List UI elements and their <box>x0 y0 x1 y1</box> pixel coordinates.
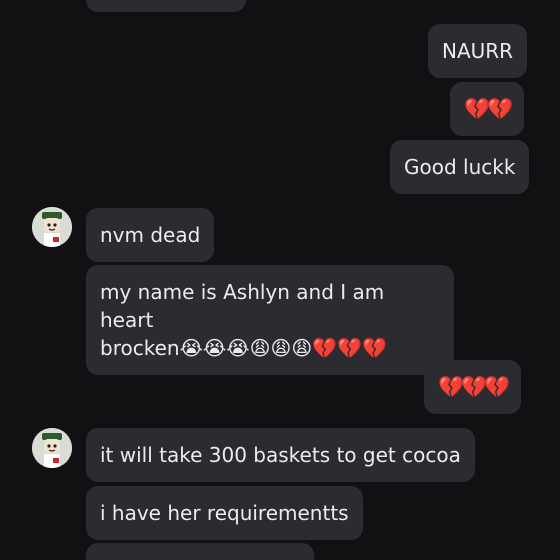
message-bubble-incoming[interactable]: nvm dead <box>86 208 215 262</box>
roblox-avatar-icon <box>32 207 72 247</box>
roblox-avatar-icon <box>32 428 72 468</box>
message-text: 💔💔💔 <box>438 375 510 399</box>
message-bubble-outgoing[interactable]: Good luckk <box>390 140 530 194</box>
avatar[interactable] <box>32 207 72 247</box>
message-bubble-partial-bottom[interactable] <box>86 543 314 560</box>
message-text-line: brocken😭😭😭😩😩😩💔💔💔 <box>100 334 440 362</box>
message-bubble-outgoing[interactable]: 💔💔 <box>450 82 525 136</box>
message-text-line: my name is Ashlyn and I am heart <box>100 280 385 332</box>
message-text: Good luckk <box>404 155 516 179</box>
message-text: nvm dead <box>100 223 201 247</box>
message-text: NAURR <box>442 39 514 63</box>
message-bubble-outgoing[interactable]: NAURR <box>428 24 528 78</box>
message-bubble-partial-top[interactable] <box>86 0 246 12</box>
chat-thread: NAURR 💔💔 Good luckk nvm dead my name is … <box>0 0 560 560</box>
message-text: it will take 300 baskets to get cocoa <box>100 443 461 467</box>
message-bubble-outgoing[interactable]: 💔💔💔 <box>424 360 522 414</box>
message-text: 💔💔 <box>464 97 513 121</box>
message-text: i have her requirementts <box>100 501 349 525</box>
message-bubble-incoming[interactable]: it will take 300 baskets to get cocoa <box>86 428 475 482</box>
message-bubble-incoming[interactable]: i have her requirementts <box>86 486 363 540</box>
message-text: brocken <box>100 336 180 360</box>
message-bubble-incoming[interactable]: my name is Ashlyn and I am heart brocken… <box>86 265 454 375</box>
emoji-sequence: 😭😭😭😩😩😩💔💔💔 <box>179 336 387 360</box>
avatar[interactable] <box>32 428 72 468</box>
